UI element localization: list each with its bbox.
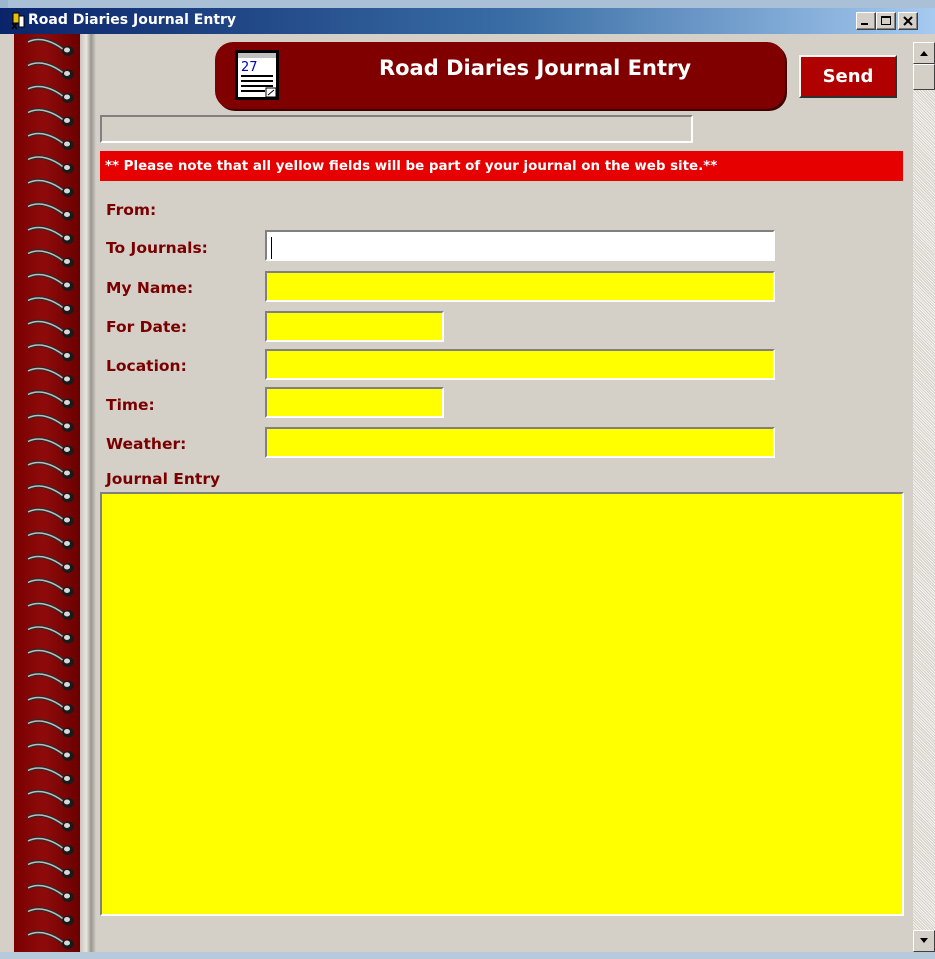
my-name-input[interactable]	[265, 271, 775, 302]
spiral-binding	[14, 34, 80, 952]
binding-edge	[80, 34, 96, 952]
send-button[interactable]: Send	[799, 55, 897, 98]
notice-banner: ** Please note that all yellow fields wi…	[100, 151, 903, 181]
time-label: Time:	[106, 396, 155, 414]
maximize-icon	[881, 16, 891, 25]
journal-entry-textarea[interactable]	[100, 492, 904, 916]
my-name-label: My Name:	[106, 279, 194, 297]
for-date-input[interactable]	[265, 311, 444, 342]
to-journals-label: To Journals:	[106, 239, 208, 257]
scroll-down-button[interactable]	[913, 930, 935, 952]
weather-input[interactable]	[265, 427, 775, 458]
status-field	[100, 115, 693, 143]
close-button[interactable]	[898, 12, 918, 30]
page-title: Road Diaries Journal Entry	[378, 56, 692, 80]
text-cursor	[271, 237, 272, 259]
from-label: From:	[106, 201, 157, 219]
time-input[interactable]	[265, 387, 444, 418]
window-title: Road Diaries Journal Entry	[28, 12, 237, 28]
arrow-down-icon	[920, 938, 928, 943]
vertical-scrollbar[interactable]	[913, 42, 935, 952]
scroll-up-button[interactable]	[913, 42, 935, 64]
for-date-label: For Date:	[106, 318, 188, 336]
journal-entry-label: Journal Entry	[106, 470, 221, 488]
desktop-background-bottom	[0, 952, 935, 959]
title-bar[interactable]: Road Diaries Journal Entry	[0, 8, 935, 34]
spiral-binding-art	[27, 37, 74, 949]
app-logo-icon	[10, 12, 28, 30]
minimize-button[interactable]	[856, 12, 876, 30]
client-area: 27 Road Diaries Journal Entry Send ** Pl…	[0, 34, 935, 952]
location-label: Location:	[106, 357, 187, 375]
minimize-icon	[861, 23, 868, 25]
maximize-button[interactable]	[876, 12, 896, 30]
calendar-notepad-icon: 27	[233, 48, 283, 104]
scrollbar-thumb[interactable]	[913, 64, 935, 90]
location-input[interactable]	[265, 349, 775, 380]
svg-text:27: 27	[241, 60, 258, 75]
weather-label: Weather:	[106, 435, 187, 453]
app-window: Road Diaries Journal Entry 27 Road Diari…	[0, 8, 935, 952]
arrow-up-icon	[920, 51, 928, 56]
close-icon	[903, 16, 913, 26]
to-journals-input[interactable]	[265, 230, 775, 261]
